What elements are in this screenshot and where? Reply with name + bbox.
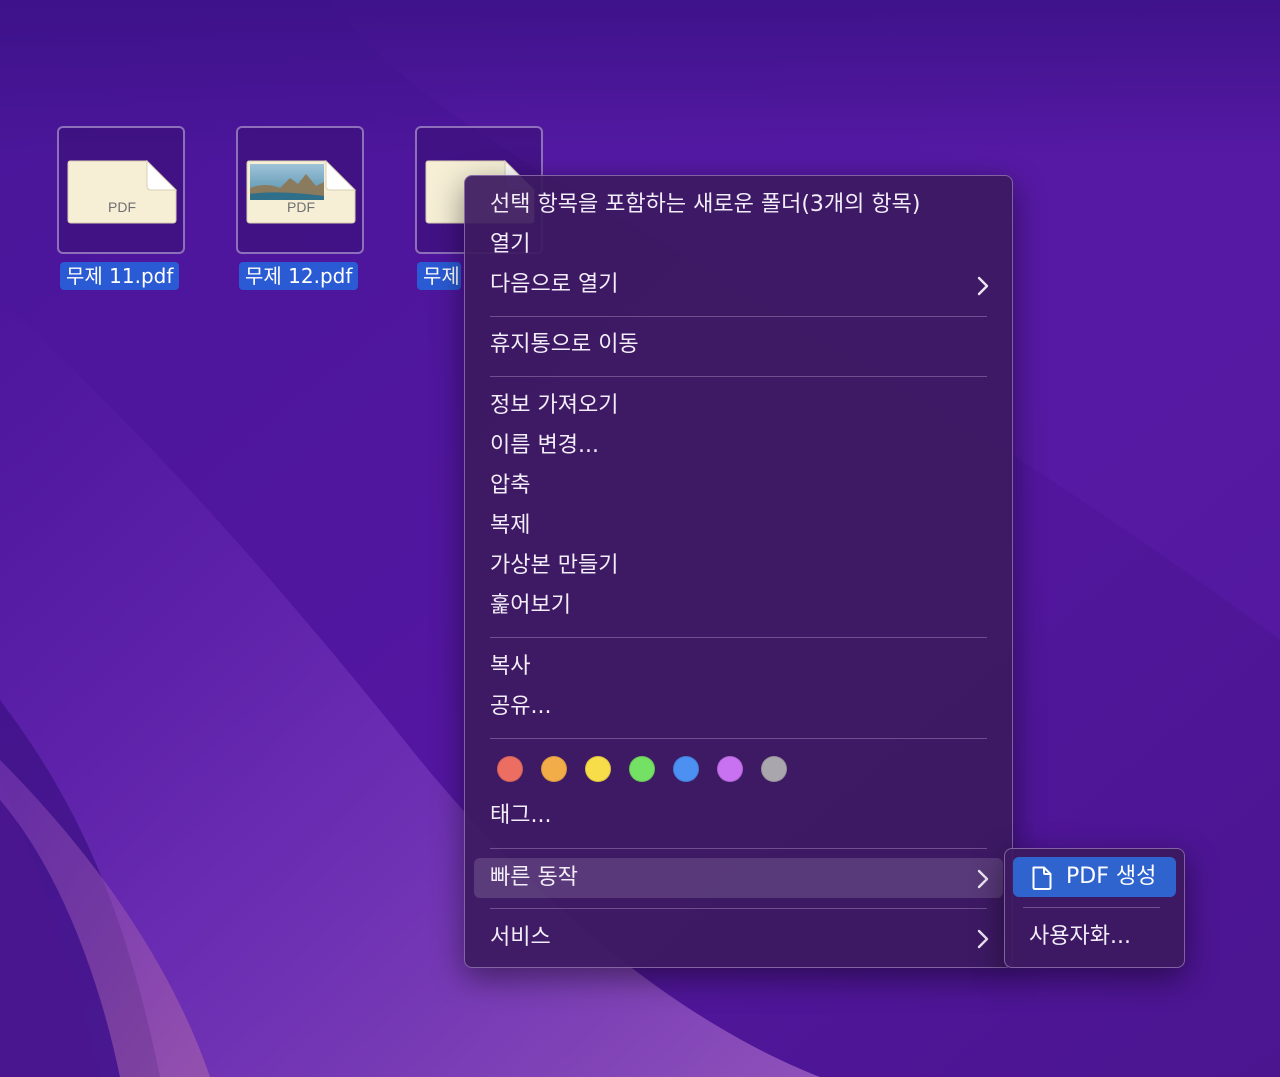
tag-color-red[interactable] bbox=[497, 756, 523, 782]
menu-item-label: 태그... bbox=[490, 803, 552, 828]
menu-item-rename[interactable]: 이름 변경... bbox=[474, 426, 1003, 466]
chevron-right-icon bbox=[977, 276, 989, 296]
menu-item-label: 휴지통으로 이동 bbox=[490, 332, 639, 357]
menu-separator bbox=[490, 738, 987, 739]
file-name-label: 무제 bbox=[417, 262, 461, 290]
menu-item-tags[interactable]: 태그... bbox=[474, 796, 1003, 836]
pdf-file-icon: PDF bbox=[67, 160, 177, 224]
document-icon bbox=[1032, 866, 1052, 890]
menu-item-get-info[interactable]: 정보 가져오기 bbox=[474, 386, 1003, 426]
menu-item-label: 복사 bbox=[490, 654, 531, 679]
menu-item-services[interactable]: 서비스 bbox=[474, 918, 1003, 958]
desktop-file[interactable]: PDF 무제 12.pdf bbox=[236, 126, 368, 296]
context-menu: 선택 항목을 포함하는 새로운 폴더(3개의 항목) 열기 다음으로 열기 휴지… bbox=[464, 175, 1013, 968]
tag-color-blue[interactable] bbox=[673, 756, 699, 782]
tag-color-purple[interactable] bbox=[717, 756, 743, 782]
create-pdf-menu-item[interactable]: PDF 생성 bbox=[1013, 857, 1176, 897]
menu-item-open-with[interactable]: 다음으로 열기 bbox=[474, 265, 1003, 305]
menu-separator bbox=[490, 376, 987, 377]
quick-actions-submenu: PDF 생성 사용자화... bbox=[1004, 848, 1185, 968]
menu-item-label: 빠른 동작 bbox=[490, 865, 578, 890]
menu-separator bbox=[1023, 907, 1160, 908]
menu-separator bbox=[490, 848, 987, 849]
tag-color-orange[interactable] bbox=[541, 756, 567, 782]
menu-item-make-alias[interactable]: 가상본 만들기 bbox=[474, 546, 1003, 586]
menu-item-move-to-trash[interactable]: 휴지통으로 이동 bbox=[474, 325, 1003, 365]
menu-item-duplicate[interactable]: 복제 bbox=[474, 506, 1003, 546]
pdf-file-icon: PDF bbox=[246, 160, 356, 224]
desktop[interactable]: PDF 무제 11.pdf PDF 무제 12.pdf 무제 선택 항목을 포함… bbox=[0, 0, 1280, 1077]
menu-item-label: 이름 변경... bbox=[490, 433, 599, 458]
menu-item-label: 선택 항목을 포함하는 새로운 폴더(3개의 항목) bbox=[490, 192, 921, 217]
menu-item-quick-actions[interactable]: 빠른 동작 bbox=[474, 858, 1003, 898]
menu-item-open[interactable]: 열기 bbox=[474, 225, 1003, 265]
menu-item-label: 공유... bbox=[490, 694, 552, 719]
desktop-file[interactable]: PDF 무제 11.pdf bbox=[57, 126, 189, 296]
chevron-right-icon bbox=[977, 929, 989, 949]
menu-item-label: 복제 bbox=[490, 513, 531, 538]
menu-separator bbox=[490, 637, 987, 638]
menu-item-compress[interactable]: 압축 bbox=[474, 466, 1003, 506]
menu-separator bbox=[490, 316, 987, 317]
menu-item-label: 열기 bbox=[490, 232, 531, 257]
pdf-file-type-label: PDF bbox=[287, 199, 315, 215]
menu-item-label: 정보 가져오기 bbox=[490, 393, 619, 418]
tag-color-green[interactable] bbox=[629, 756, 655, 782]
menu-item-label: 가상본 만들기 bbox=[490, 553, 619, 578]
menu-item-label: 압축 bbox=[490, 473, 531, 498]
tag-color-gray[interactable] bbox=[761, 756, 787, 782]
menu-separator bbox=[490, 908, 987, 909]
pdf-file-type-label: PDF bbox=[108, 199, 136, 215]
customize-menu-item[interactable]: 사용자화... bbox=[1013, 917, 1176, 957]
file-name-label: 무제 11.pdf bbox=[60, 262, 180, 290]
menu-item-label: 훑어보기 bbox=[490, 593, 571, 618]
menu-item-quick-look[interactable]: 훑어보기 bbox=[474, 586, 1003, 626]
chevron-right-icon bbox=[977, 869, 989, 889]
tag-color-yellow[interactable] bbox=[585, 756, 611, 782]
customize-label: 사용자화... bbox=[1029, 924, 1131, 949]
file-name-label: 무제 12.pdf bbox=[239, 262, 359, 290]
menu-item-new-folder-with-selection[interactable]: 선택 항목을 포함하는 새로운 폴더(3개의 항목) bbox=[474, 185, 1003, 225]
menu-item-label: 서비스 bbox=[490, 925, 551, 950]
menu-item-copy[interactable]: 복사 bbox=[474, 647, 1003, 687]
menu-item-label: 다음으로 열기 bbox=[490, 272, 619, 297]
menu-item-share[interactable]: 공유... bbox=[474, 687, 1003, 727]
create-pdf-label: PDF 생성 bbox=[1066, 864, 1157, 889]
